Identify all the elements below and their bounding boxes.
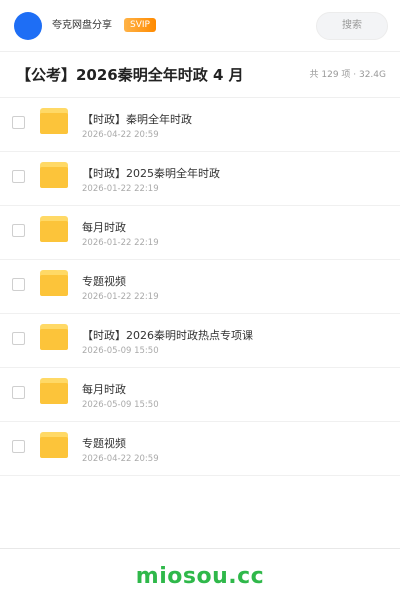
folder-icon — [40, 432, 68, 458]
file-name: 【时政】秦明全年时政 — [82, 113, 192, 126]
file-name: 每月时政 — [82, 221, 126, 234]
item-checkbox[interactable] — [12, 440, 25, 453]
file-date: 2026-01-22 22:19 — [82, 238, 159, 248]
list-item[interactable]: 每月时政 2026-05-09 15:50 — [0, 368, 400, 422]
file-name: 专题视频 — [82, 437, 126, 450]
folder-icon — [40, 108, 68, 134]
avatar[interactable] — [14, 12, 42, 40]
list-item[interactable]: 每月时政 2026-01-22 22:19 — [0, 206, 400, 260]
file-name: 【时政】2026秦明时政热点专项课 — [82, 329, 253, 342]
list-item[interactable]: 【时政】2026秦明时政热点专项课 2026-05-09 15:50 — [0, 314, 400, 368]
page-title: 【公考】2026秦明全年时政 4 月 — [16, 66, 244, 84]
item-checkbox[interactable] — [12, 332, 25, 345]
file-date: 2026-05-09 15:50 — [82, 346, 159, 356]
site-watermark: miosou.cc — [135, 564, 265, 589]
svip-badge: SVIP — [124, 18, 156, 32]
folder-icon — [40, 162, 68, 188]
file-list: 【时政】秦明全年时政 2026-04-22 20:59 【时政】2025秦明全年… — [0, 98, 400, 476]
share-title-bar: 【公考】2026秦明全年时政 4 月 共 129 项 · 32.4G — [0, 52, 400, 98]
item-checkbox[interactable] — [12, 224, 25, 237]
file-name: 每月时政 — [82, 383, 126, 396]
folder-icon — [40, 378, 68, 404]
file-date: 2026-04-22 20:59 — [82, 454, 159, 464]
list-item[interactable]: 专题视频 2026-04-22 20:59 — [0, 422, 400, 476]
app-header: 夸克网盘分享 SVIP 搜索 — [0, 0, 400, 52]
share-summary: 共 129 项 · 32.4G — [309, 70, 387, 80]
search-input[interactable]: 搜索 — [316, 12, 388, 40]
footer: miosou.cc — [0, 548, 400, 600]
file-name: 专题视频 — [82, 275, 126, 288]
sharer-name: 夸克网盘分享 — [52, 20, 112, 31]
file-date: 2026-04-22 20:59 — [82, 130, 159, 140]
folder-icon — [40, 324, 68, 350]
item-checkbox[interactable] — [12, 116, 25, 129]
folder-icon — [40, 270, 68, 296]
folder-icon — [40, 216, 68, 242]
item-checkbox[interactable] — [12, 278, 25, 291]
list-item[interactable]: 【时政】秦明全年时政 2026-04-22 20:59 — [0, 98, 400, 152]
list-item[interactable]: 专题视频 2026-01-22 22:19 — [0, 260, 400, 314]
list-item[interactable]: 【时政】2025秦明全年时政 2026-01-22 22:19 — [0, 152, 400, 206]
file-date: 2026-01-22 22:19 — [82, 184, 159, 194]
file-date: 2026-05-09 15:50 — [82, 400, 159, 410]
item-checkbox[interactable] — [12, 386, 25, 399]
file-name: 【时政】2025秦明全年时政 — [82, 167, 220, 180]
item-checkbox[interactable] — [12, 170, 25, 183]
file-date: 2026-01-22 22:19 — [82, 292, 159, 302]
